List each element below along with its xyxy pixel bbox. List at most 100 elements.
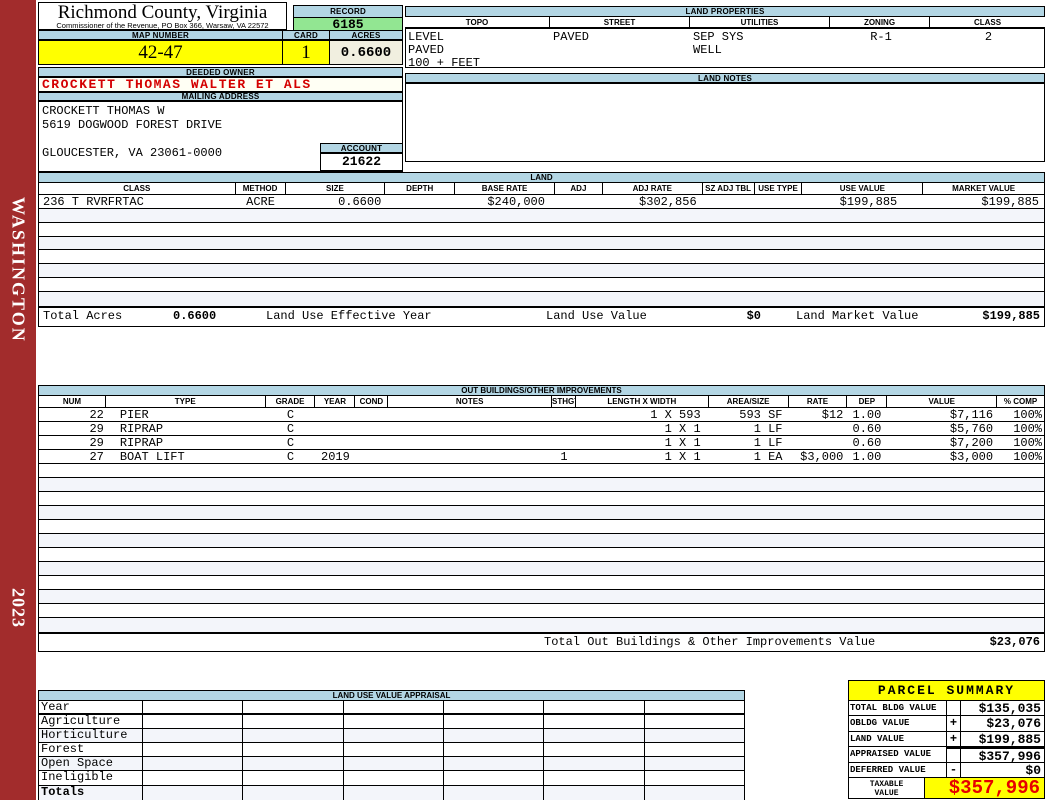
parcel-summary-op (947, 747, 961, 762)
appraisal-cell (544, 701, 645, 714)
ob-cell-rate: $12 (821, 408, 844, 421)
land-use-value: $0 (746, 308, 761, 323)
ob-data-row: 29 RIPRAP C 1 X 1 1 LF 0.60 $7,200 100% (39, 436, 1044, 450)
parcel-summary-op: - (947, 762, 961, 777)
taxable-label-line: TAXABLE (869, 779, 904, 789)
lp-values-zoning: R-1 (833, 31, 929, 44)
ob-col-header: NUM (39, 396, 106, 408)
land-table: LAND CLASS METHOD SIZE DEPTH BASE RATE ADJ ADJ… (38, 172, 1045, 327)
ob-cell-dep: 0.60 (852, 422, 882, 435)
land-cell-adj (555, 195, 603, 208)
land-use-appraisal-table: LAND USE VALUE APPRAISAL Year Agriculture… (38, 690, 745, 800)
appraisal-cell (243, 771, 344, 785)
parcel-summary-value: $135,035 (978, 701, 1041, 716)
ob-cell-notes (388, 422, 552, 435)
ob-cell-area: 1 LF (753, 422, 783, 435)
parcel-summary-label: DEFERRED VALUE (849, 762, 947, 777)
land-empty-row (39, 264, 1044, 278)
ob-cell-cond (355, 408, 388, 421)
appraisal-cell (344, 743, 444, 757)
lp-col-header-topo: TOPO (405, 17, 550, 28)
commissioner-line: Commissioner of the Revenue, PO Box 366,… (56, 21, 269, 30)
ob-cell-type: RIPRAP (119, 436, 164, 449)
appraisal-cell (544, 757, 645, 771)
county-header: Richmond County, Virginia Commissioner o… (38, 2, 287, 30)
lp-col-header-street: STREET (550, 17, 690, 28)
parcel-summary-title: PARCEL SUMMARY (849, 681, 1044, 701)
appraisal-cell (243, 757, 344, 771)
parcel-summary-label: LAND VALUE (849, 731, 947, 747)
mailing-address-line: CROCKETT THOMAS W (42, 104, 165, 118)
land-empty-row (39, 291, 1044, 306)
land-market-value-label: Land Market Value (796, 308, 919, 323)
ob-cell-dep: 1.00 (852, 450, 882, 463)
parcel-summary-row: LAND VALUE + $199,885 (849, 731, 1044, 748)
ob-cell-num: 29 (89, 422, 104, 435)
land-empty-row (39, 250, 1044, 265)
land-cell-method: ACRE (246, 195, 275, 208)
ob-col-header: AREA/SIZE (708, 396, 789, 408)
taxable-value-row: TAXABLE VALUE $357,996 (849, 777, 1044, 798)
land-col-header: SZ ADJ TBL (702, 183, 755, 195)
land-col-header: METHOD (235, 183, 286, 195)
ob-empty-row (39, 464, 1044, 478)
parcel-summary-value: $0 (1025, 762, 1041, 778)
map-number-label: MAP NUMBER (38, 30, 283, 40)
ob-cell-num: 22 (89, 408, 104, 421)
lp-col-header-class: CLASS (930, 17, 1045, 28)
lp-col-header-zoning: ZONING (830, 17, 930, 28)
ob-cell-lxw: 1 X 593 (650, 408, 701, 421)
ob-col-header: LENGTH X WIDTH (575, 396, 709, 408)
ob-cell-grade: C (286, 408, 295, 421)
parcel-summary-value: $23,076 (986, 716, 1041, 732)
ob-data-row: 29 RIPRAP C 1 X 1 1 LF 0.60 $5,760 100% (39, 422, 1044, 436)
lp-value-line: 2 (984, 30, 993, 44)
appraisal-row: Forest (39, 743, 744, 758)
land-empty-row (39, 209, 1044, 223)
appraisal-row: Agriculture (39, 715, 744, 730)
parcel-summary-row: OBLDG VALUE + $23,076 (849, 716, 1044, 732)
ob-cell-notes (388, 450, 552, 463)
land-properties-values: LEVEL PAVED 100 + FEET PAVED SEP SYS WELL R-1 2 (405, 28, 1045, 70)
ob-cell-area: 593 SF (739, 408, 783, 421)
land-col-header: SIZE (285, 183, 386, 195)
lp-value-line: 100 + FEET (408, 56, 481, 70)
appraisal-cell (544, 743, 645, 757)
parcel-summary-op: + (947, 731, 961, 747)
deeded-owner-label: DEEDED OWNER (38, 67, 403, 77)
lp-value-line: R-1 (870, 30, 892, 44)
ob-cell-sthgt (552, 422, 576, 435)
parcel-summary-row: TOTAL BLDG VALUE $135,035 (849, 701, 1044, 717)
total-acres-value: 0.6600 (173, 308, 217, 323)
parcel-summary-value: $357,996 (961, 747, 1044, 764)
land-use-value-label: Land Use Value (546, 308, 647, 323)
appraisal-cell (143, 785, 244, 800)
out-buildings-total-label: Total Out Buildings & Other Improvements… (544, 635, 876, 649)
land-total-row: Total Acres 0.6600 Land Use Effective Ye… (39, 305, 1044, 326)
appraisal-cell (645, 771, 744, 784)
land-col-header: ADJ (554, 183, 603, 195)
appraisal-row-label: Ineligible (39, 771, 143, 785)
appraisal-cell (143, 729, 244, 743)
effective-year-label: Land Use Effective Year (266, 308, 432, 323)
parcel-summary-value: $199,885 (978, 731, 1041, 747)
land-cell-use_value: $199,885 (839, 195, 898, 208)
ob-cell-dep: 0.60 (852, 436, 882, 449)
appraisal-cell (645, 729, 744, 742)
land-col-header: DEPTH (385, 183, 456, 195)
taxable-value-label: TAXABLE VALUE (849, 777, 925, 798)
ob-col-header: STHGT (552, 396, 576, 408)
mailing-address-label: MAILING ADDRESS (38, 92, 403, 101)
ob-cell-lxw: 1 X 1 (664, 450, 701, 463)
land-empty-row (39, 236, 1044, 251)
land-cell-sz_adj_tbl (703, 195, 755, 208)
appraisal-cell (444, 757, 545, 771)
ob-col-header: TYPE (105, 396, 266, 408)
appraisal-cell (143, 771, 244, 785)
parcel-summary-row: APPRAISED VALUE $357,996 (849, 747, 1044, 764)
ob-cell-rate: $3,000 (800, 450, 844, 463)
ob-cell-area: 1 LF (753, 436, 783, 449)
ob-col-header: DEP (847, 396, 888, 408)
appraisal-cell (444, 771, 545, 785)
ob-cell-value: $7,116 (949, 408, 994, 421)
